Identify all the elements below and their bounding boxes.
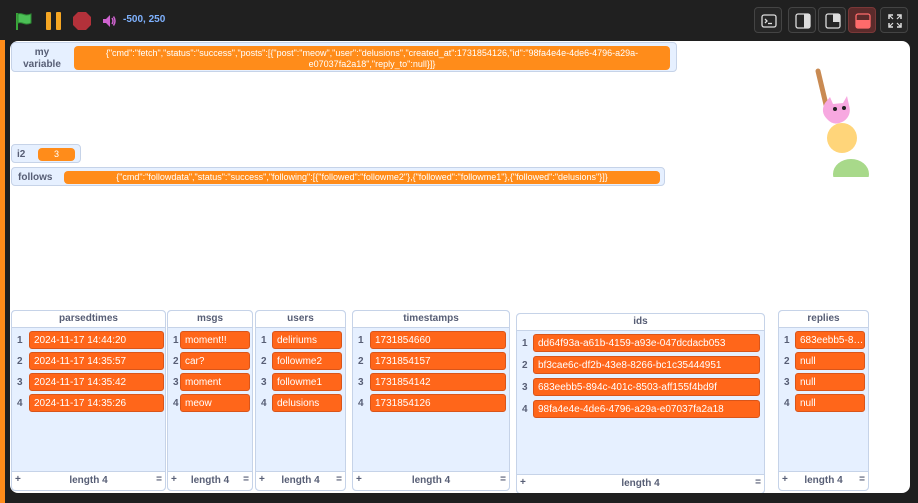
editor-edge — [0, 40, 5, 503]
large-stage-icon — [825, 13, 841, 29]
stop-icon — [73, 12, 91, 30]
list-item[interactable]: 3 683eebb5-894c-401c-8503-aff155f4bd9f — [517, 378, 764, 398]
list-title: replies — [779, 311, 868, 328]
small-stage-icon — [795, 13, 811, 29]
list-title: timestamps — [353, 311, 509, 328]
resize-handle[interactable]: = — [156, 474, 162, 485]
large-stage-button[interactable] — [818, 7, 846, 33]
stage-layout-icon — [855, 13, 871, 29]
list-item[interactable]: 4 1731854126 — [353, 394, 509, 414]
list-item[interactable]: 1 dd64f93a-a61b-4159-a93e-047dcdacb053 — [517, 334, 764, 354]
resize-handle[interactable]: = — [336, 474, 342, 485]
list-item[interactable]: 3 moment — [168, 373, 252, 393]
list-footer: + length 4 = — [12, 471, 165, 490]
list-length: length 4 — [621, 478, 660, 489]
list-item[interactable]: 4 2024-11-17 14:35:26 — [12, 394, 165, 414]
list-footer: + length 4 = — [168, 471, 252, 490]
variable-value: {"cmd":"fetch","status":"success","posts… — [74, 46, 670, 70]
coordinates-readout: -500, 250 — [123, 14, 166, 25]
list-length: length 4 — [804, 475, 843, 486]
fullscreen-icon — [888, 14, 902, 28]
list-monitor-ids[interactable]: ids 1 dd64f93a-a61b-4159-a93e-047dcdacb05… — [516, 313, 765, 493]
list-title: ids — [517, 314, 764, 331]
speaker-icon — [103, 15, 116, 27]
variable-label: my variable — [23, 47, 61, 70]
list-item[interactable]: 4 delusions — [256, 394, 345, 414]
stage[interactable]: my variable {"cmd":"fetch","status":"suc… — [10, 41, 910, 493]
list-length: length 4 — [69, 475, 108, 486]
list-item[interactable]: 3 followme1 — [256, 373, 345, 393]
green-flag-button[interactable] — [14, 11, 34, 31]
console-icon — [761, 14, 777, 28]
list-monitor-users[interactable]: users 1 deliriums 2 followme2 3 followme1 4… — [255, 310, 346, 491]
variable-label: i2 — [17, 149, 26, 160]
list-item[interactable]: 1 deliriums — [256, 331, 345, 351]
list-item[interactable]: 2 car? — [168, 352, 252, 372]
variable-value: {"cmd":"followdata","status":"success","… — [64, 171, 660, 184]
stop-button[interactable] — [72, 11, 92, 31]
variable-value: 3 — [38, 148, 75, 161]
green-flag-icon — [16, 13, 32, 30]
resize-handle[interactable]: = — [500, 474, 506, 485]
list-item[interactable]: 1683eebb5-894c-401c-8503-aff155f4bd9f — [779, 331, 868, 351]
resize-handle[interactable]: = — [755, 477, 761, 488]
list-item[interactable]: 3 2024-11-17 14:35:42 — [12, 373, 165, 393]
list-item[interactable]: 2 followme2 — [256, 352, 345, 372]
list-item[interactable]: 4 meow — [168, 394, 252, 414]
console-button[interactable] — [754, 7, 782, 33]
stage-header: -500, 250 — [0, 0, 918, 40]
list-item[interactable]: 2 2024-11-17 14:35:57 — [12, 352, 165, 372]
small-stage-button[interactable] — [788, 7, 816, 33]
list-title: parsedtimes — [12, 311, 165, 328]
resize-handle[interactable]: = — [859, 474, 865, 485]
stage-layout-button[interactable] — [848, 7, 876, 33]
list-monitor-msgs[interactable]: msgs 1 moment!! 2 car? 3 moment 4 meow + len… — [167, 310, 253, 491]
list-length: length 4 — [411, 475, 451, 486]
list-item[interactable]: 2 bf3cae6c-df2b-43e8-8266-bc1c35444951 — [517, 356, 764, 376]
variable-monitor-my-variable[interactable]: my variable {"cmd":"fetch","status":"suc… — [11, 42, 677, 72]
list-title: users — [256, 311, 345, 328]
pause-button[interactable] — [44, 11, 64, 31]
variable-monitor-follows[interactable]: follows {"cmd":"followdata","status":"su… — [11, 167, 665, 186]
fullscreen-button[interactable] — [880, 7, 908, 33]
list-title: msgs — [168, 311, 252, 328]
list-item[interactable]: 4 null — [779, 394, 868, 414]
list-item[interactable]: 3 null — [779, 373, 868, 393]
list-item[interactable]: 1 1731854660 — [353, 331, 509, 351]
resize-handle[interactable]: = — [243, 474, 249, 485]
list-item[interactable]: 1 2024-11-17 14:44:20 — [12, 331, 165, 351]
list-item[interactable]: 2 1731854157 — [353, 352, 509, 372]
list-monitor-parsedtimes[interactable]: parsedtimes 1 2024-11-17 14:44:20 2 2024-1… — [11, 310, 166, 491]
variable-monitor-i2[interactable]: i2 3 — [11, 144, 81, 163]
list-item[interactable]: 2 null — [779, 352, 868, 372]
list-item[interactable]: 1 moment!! — [168, 331, 252, 351]
list-item[interactable]: 3 1731854142 — [353, 373, 509, 393]
list-footer: + length 4 = — [517, 474, 764, 493]
list-monitor-replies[interactable]: replies 1683eebb5-894c-401c-8503-aff155f… — [778, 310, 869, 491]
list-length: length 4 — [190, 475, 230, 486]
cat-sprite[interactable] — [808, 67, 872, 177]
sound-button[interactable] — [101, 13, 117, 29]
list-length: length 4 — [281, 475, 320, 486]
list-footer: + length 4 = — [256, 471, 345, 490]
list-footer: + length 4 = — [779, 471, 868, 490]
list-item[interactable]: 4 98fa4e4e-4de6-4796-a29a-e07037fa2a18 — [517, 400, 764, 420]
variable-label: follows — [18, 172, 53, 183]
list-monitor-timestamps[interactable]: timestamps 1 1731854660 2 1731854157 3 1731… — [352, 310, 510, 491]
pause-icon — [46, 12, 51, 30]
list-footer: + length 4 = — [353, 471, 509, 490]
